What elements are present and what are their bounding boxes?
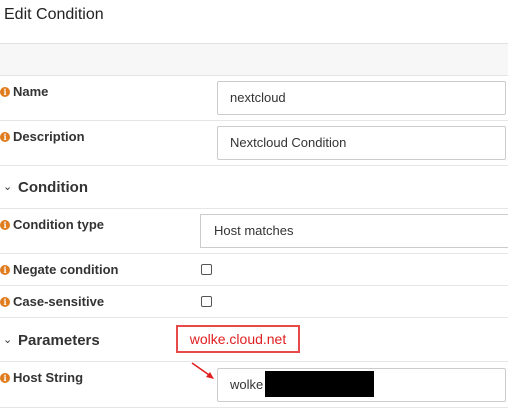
- host-string-label-group: i Host String: [0, 370, 83, 385]
- case-sensitive-label-group: i Case-sensitive: [0, 294, 104, 309]
- condition-type-row: i Condition type Host matches: [0, 209, 508, 254]
- info-icon[interactable]: i: [0, 264, 10, 275]
- condition-type-select[interactable]: Host matches: [200, 214, 508, 248]
- negate-label-group: i Negate condition: [0, 262, 118, 277]
- info-icon[interactable]: i: [0, 219, 10, 230]
- dialog-title: Edit Condition: [4, 6, 104, 23]
- negate-label: Negate condition: [13, 262, 119, 277]
- negate-row: i Negate condition: [0, 254, 508, 286]
- case-sensitive-row: i Case-sensitive: [0, 286, 508, 318]
- name-label-group: i Name: [0, 84, 48, 99]
- info-icon[interactable]: i: [0, 372, 10, 383]
- condition-type-label: Condition type: [13, 217, 104, 232]
- condition-type-label-group: i Condition type: [0, 217, 104, 232]
- annotation-callout: wolke.cloud.net: [176, 325, 300, 353]
- description-input[interactable]: Nextcloud Condition: [217, 126, 506, 160]
- redaction-bar: [265, 371, 374, 397]
- description-label: Description: [13, 129, 85, 144]
- info-icon[interactable]: i: [0, 131, 10, 142]
- header-spacer: [0, 44, 508, 76]
- dialog-header: Edit Condition: [0, 0, 508, 44]
- name-row: i Name nextcloud: [0, 76, 508, 121]
- section-title-parameters: Parameters: [18, 332, 100, 349]
- chevron-down-icon: ⌄: [3, 181, 13, 193]
- chevron-down-icon: ⌄: [3, 334, 13, 346]
- info-icon[interactable]: i: [0, 86, 10, 97]
- section-condition[interactable]: ⌄ Condition: [0, 166, 508, 209]
- annotation-arrow-icon: [191, 362, 214, 379]
- case-sensitive-checkbox[interactable]: [201, 296, 212, 307]
- info-icon[interactable]: i: [0, 296, 10, 307]
- description-row: i Description Nextcloud Condition: [0, 121, 508, 166]
- negate-checkbox[interactable]: [201, 264, 212, 275]
- host-string-label: Host String: [13, 370, 84, 385]
- host-string-row: i Host String wolke: [0, 362, 508, 408]
- section-title-condition: Condition: [18, 179, 88, 196]
- name-label: Name: [13, 84, 49, 99]
- name-input[interactable]: nextcloud: [217, 81, 506, 115]
- case-sensitive-label: Case-sensitive: [13, 294, 105, 309]
- description-label-group: i Description: [0, 129, 85, 144]
